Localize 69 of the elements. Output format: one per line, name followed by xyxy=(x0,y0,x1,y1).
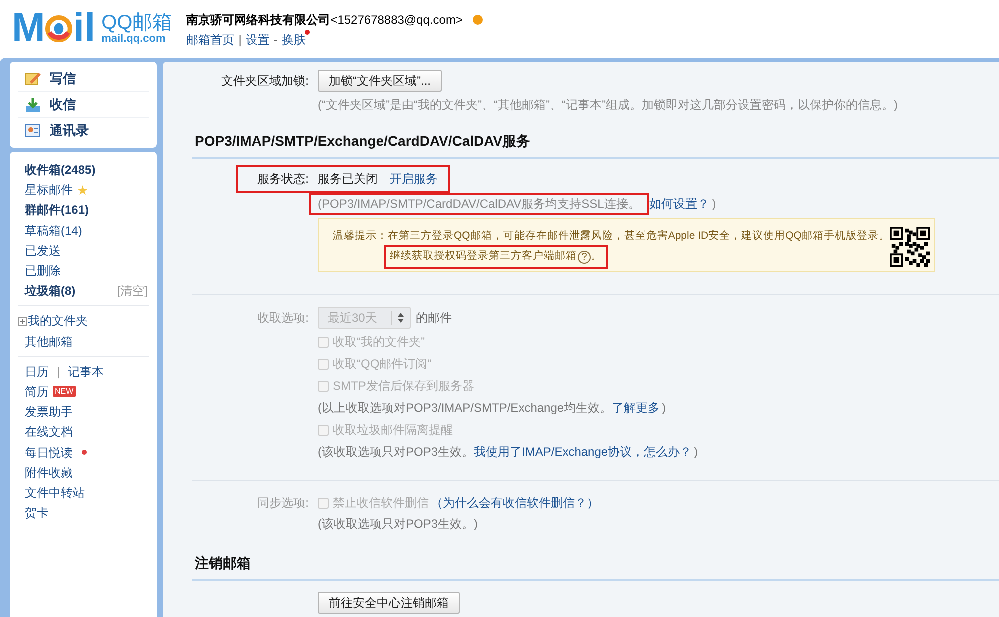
status-value: 服务已关闭 xyxy=(318,171,378,188)
ring-logo-icon xyxy=(45,15,74,43)
hint-text: (该收取选项只对POP3生效。 xyxy=(318,444,474,461)
folder-link[interactable]: 群邮件(161) xyxy=(25,201,90,220)
folder-link[interactable]: 简历 xyxy=(25,382,49,401)
download-tray-icon xyxy=(24,96,42,114)
warning-text: 。 xyxy=(591,249,602,264)
checkbox-label: 收取垃圾邮件隔离提醒 xyxy=(333,422,453,439)
hint-text: (“文件夹区域”是由“我的文件夹”、“其他邮箱”、“记事本”组成。加锁即对这几部分设置密码，以保护你的信息。) xyxy=(318,97,898,114)
new-badge: NEW xyxy=(53,386,76,398)
account-name: 南京骄可网络科技有限公司 xyxy=(186,12,331,29)
field-label: 文件夹区域加锁: xyxy=(220,73,310,90)
folder-link[interactable]: 文件中转站 xyxy=(25,484,85,502)
hint-text: (该收取选项只对POP3生效。) xyxy=(318,516,478,533)
link-separator: - xyxy=(274,32,278,49)
hint-text: ) xyxy=(694,444,698,461)
section-heading: POP3/IMAP/SMTP/Exchange/CardDAV/CalDAV服务 xyxy=(195,133,531,149)
checkbox-label: 收取“QQ邮件订阅” xyxy=(333,356,432,373)
folder-link[interactable]: 已发送 xyxy=(25,242,61,260)
auth-code-link[interactable]: 继续获取授权码登录第三方客户端邮箱 xyxy=(390,249,577,265)
folder-link[interactable]: 每日悦读 xyxy=(25,444,73,462)
folder-link[interactable]: 日历 xyxy=(25,362,49,381)
folder-link[interactable]: 在线文档 xyxy=(25,423,73,442)
button[interactable]: 加锁“文件夹区域”... xyxy=(318,70,442,92)
button[interactable]: 前往安全中心注销邮箱 xyxy=(318,592,460,614)
checkbox-label: 禁止收信软件删信 xyxy=(333,495,429,512)
hint-text: ) xyxy=(662,400,666,417)
logo-wordmark: M il xyxy=(12,10,96,46)
account-email: <1527678883@qq.com> xyxy=(330,12,463,29)
help-icon[interactable]: ? xyxy=(578,250,591,264)
folder-link[interactable]: 贺卡 xyxy=(25,504,49,522)
folder-link[interactable]: 收件箱(2485) xyxy=(25,161,96,180)
field-label: 收取选项: xyxy=(256,310,310,327)
sidebar-action[interactable]: 收信 xyxy=(50,94,76,114)
logo-domain: mail.qq.com xyxy=(102,34,167,44)
checkbox-label: 收取“我的文件夹” xyxy=(333,334,425,351)
help-link[interactable]: 如何设置？ xyxy=(649,195,710,213)
header-link[interactable]: 邮箱首页 xyxy=(186,31,235,49)
star-icon: ★ xyxy=(77,184,89,197)
folder-link[interactable]: 附件收藏 xyxy=(25,464,73,482)
contact-card-icon xyxy=(24,122,42,140)
link-separator: | xyxy=(57,364,60,381)
section-heading: 注销邮箱 xyxy=(195,555,251,571)
folder-link[interactable]: 星标邮件 xyxy=(25,181,73,200)
folder-link[interactable]: 垃圾箱(8) xyxy=(25,282,76,300)
hint-text: ) xyxy=(712,196,716,213)
hint-text: (POP3/IMAP/SMTP/CardDAV/CalDAV服务均支持SSL连接。 xyxy=(311,195,648,213)
logo-brand: QQ邮箱 xyxy=(102,12,173,34)
enable-service-link[interactable]: 开启服务 xyxy=(390,170,438,188)
checkbox-label: SMTP发信后保存到服务器 xyxy=(333,378,474,395)
folder-link[interactable]: 草稿箱(14) xyxy=(25,222,82,240)
hint-text: (以上收取选项对POP3/IMAP/SMTP/Exchange均生效。 xyxy=(318,400,612,417)
field-suffix: 的邮件 xyxy=(416,310,452,327)
field-label: 同步选项: xyxy=(256,495,310,512)
field-label: 服务状态: xyxy=(256,171,310,188)
expand-icon[interactable] xyxy=(18,316,27,326)
warning-text: 温馨提示：在第三方登录QQ邮箱，可能存在邮件泄露风险，甚至危害Apple ID安全，建议使用QQ邮箱手机版登录。 xyxy=(333,229,890,244)
sidebar-action[interactable]: 通讯录 xyxy=(50,121,89,141)
folder-link[interactable]: 我的文件夹 xyxy=(28,312,88,330)
sidebar-action[interactable]: 写信 xyxy=(50,68,76,88)
qr-code-icon xyxy=(890,227,930,267)
header-link[interactable]: 设置 xyxy=(246,31,270,49)
folder-link[interactable]: 已删除 xyxy=(25,262,61,280)
link-separator: | xyxy=(238,32,242,49)
header-link[interactable]: 换肤 xyxy=(282,31,306,49)
folder-link[interactable]: 发票助手 xyxy=(25,403,73,422)
folder-link[interactable]: 记事本 xyxy=(68,362,104,381)
up-down-arrows-icon xyxy=(398,313,404,323)
folder-link[interactable]: 其他邮箱 xyxy=(25,332,73,351)
